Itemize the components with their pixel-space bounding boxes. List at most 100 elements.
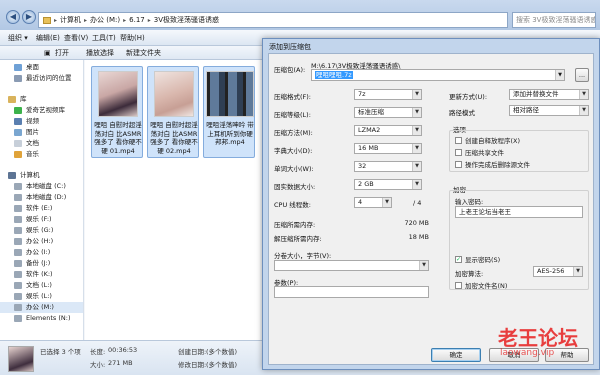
explorer-titlebar: ◀ ▶ ▸ 计算机 ▸ 办公 (M:) ▸ 6.17 ▸ 3V极致淫荡骚语诱惑 … [0,0,600,30]
computer-icon [8,172,16,179]
chevron-down-icon: ▼ [573,267,582,276]
sidebar-item-computer[interactable]: 计算机 [0,170,83,181]
drive-icon [14,293,22,300]
dialog-title: 添加到压缩包 [269,43,311,51]
created-label: 创建日期: [178,348,207,356]
checkbox-box [455,136,462,144]
sidebar-item-drive[interactable]: 文档 (L:) [0,280,83,291]
sidebar-item-drive[interactable]: 娱乐 (L:) [0,291,83,302]
shared-files-checkbox[interactable]: 压缩共享文件 [455,147,504,157]
file-item[interactable]: 哩咀 自慰时超淫荡对白 比ASMR强多了 看你硬不硬 01.mp4 [91,66,143,158]
file-name: 哩咀淫荡呻吟 带上耳机听到你硬邦邦.mp4 [206,121,254,146]
method-label: 压缩方法(M): [274,129,313,137]
back-button[interactable]: ◀ [6,10,20,24]
cancel-button[interactable]: 取消 [489,348,539,362]
sidebar-item-drive-selected[interactable]: 办公 (M:) [0,302,83,313]
chevron-down-icon: ▼ [412,108,421,117]
format-label: 压缩格式(F): [274,93,312,101]
cpu-select[interactable]: 4 ▼ [354,197,392,208]
dict-label: 字典大小(D): [274,147,313,155]
forward-button[interactable]: ▶ [22,10,36,24]
sidebar-item-drive[interactable]: 娱乐 (F:) [0,214,83,225]
breadcrumb-segment[interactable]: 办公 (M:) [90,15,120,25]
ok-button[interactable]: 确定 [431,348,481,362]
search-input[interactable]: 搜索 3V极致淫荡骚语诱惑 [512,12,596,28]
password-label: 输入密码: [455,198,484,206]
drive-icon [14,216,22,223]
play-selection-button[interactable]: 播放选择 [86,47,114,59]
sidebar-item-library[interactable]: 音乐 [0,149,83,160]
dict-select[interactable]: 16 MB ▼ [354,143,422,154]
password-field[interactable]: 上老王论坛当老王 [455,206,583,218]
breadcrumb-segment[interactable]: 3V极致淫荡骚语诱惑 [154,15,219,25]
show-password-checkbox[interactable]: ✓ 显示密码(S) [455,254,500,264]
sidebar-item-recent[interactable]: 最近访问的位置 [0,73,83,84]
chevron-down-icon: ▼ [412,90,421,99]
update-select[interactable]: 添加并替换文件 ▼ [509,89,589,100]
browse-button[interactable]: ... [575,68,589,82]
solid-select[interactable]: 2 GB ▼ [354,179,422,190]
size-label: 大小: [90,361,106,369]
address-bar[interactable]: ▸ 计算机 ▸ 办公 (M:) ▸ 6.17 ▸ 3V极致淫荡骚语诱惑 [38,12,508,28]
desktop-icon [14,64,22,71]
menu-edit[interactable]: 编辑(E) [34,32,62,44]
chevron-down-icon: ▼ [579,90,588,99]
sidebar-item-library[interactable]: 视频 [0,116,83,127]
checkmark-icon: ✓ [455,255,462,263]
archive-name-field[interactable]: 哩咀哩咀.7z ▼ [311,69,565,81]
sidebar-item-desktop[interactable]: 桌面 [0,62,83,73]
sidebar-item-drive[interactable]: 办公 (I:) [0,247,83,258]
chevron-down-icon: ▼ [412,162,421,171]
enc-method-select[interactable]: AES-256 ▼ [533,266,583,277]
navigation-pane: 桌面 最近访问的位置 库 爱奇艺视频库 视频 图片 文档 音乐 计算机 本地磁盘… [0,60,84,340]
sfx-checkbox[interactable]: 创建自释放程序(X) [455,135,520,145]
file-item[interactable]: 哩咀淫荡呻吟 带上耳机听到你硬邦邦.mp4 [203,66,255,158]
sidebar-item-drive[interactable]: 娱乐 (G:) [0,225,83,236]
level-select[interactable]: 标准压缩 ▼ [354,107,422,118]
menu-view[interactable]: 查看(V) [62,32,90,44]
sidebar-item-drive[interactable]: 本地磁盘 (C:) [0,181,83,192]
video-thumbnail [98,71,138,117]
help-button[interactable]: 帮助 [545,348,589,362]
menu-organize[interactable]: 组织 ▾ [6,32,30,44]
picture-icon [14,129,22,136]
music-icon [14,151,22,158]
sidebar-item-drive[interactable]: 软件 (E:) [0,203,83,214]
dialog-body: 压缩包(A): M:\6.17\3V极致淫荡骚语诱惑\ 哩咀哩咀.7z ▼ ...… [268,53,594,365]
enc-method-label: 加密算法: [455,270,484,278]
add-to-archive-dialog: 添加到压缩包 压缩包(A): M:\6.17\3V极致淫荡骚语诱惑\ 哩咀哩咀.… [262,38,600,370]
sidebar-item-library[interactable]: 文档 [0,138,83,149]
sidebar-item-library[interactable]: 图片 [0,127,83,138]
split-select[interactable]: ▼ [274,260,429,271]
method-select[interactable]: LZMA2 ▼ [354,125,422,136]
word-select[interactable]: 32 ▼ [354,161,422,172]
sidebar-item-drive[interactable]: 备份 (J:) [0,258,83,269]
sidebar-item-library[interactable]: 爱奇艺视频库 [0,105,83,116]
chevron-down-icon: ▼ [555,70,564,80]
sidebar-item-drive[interactable]: 办公 (H:) [0,236,83,247]
encrypt-names-checkbox[interactable]: 加密文件名(N) [455,280,507,290]
new-folder-button[interactable]: 新建文件夹 [126,47,161,59]
selection-thumbnail [8,346,34,372]
open-button[interactable]: 打开 [55,47,69,59]
drive-icon [14,282,22,289]
breadcrumb-segment[interactable]: 6.17 [129,16,145,24]
sidebar-item-drive[interactable]: 软件 (K:) [0,269,83,280]
drive-icon [14,249,22,256]
menu-tools[interactable]: 工具(T) [90,32,118,44]
sidebar-item-drive[interactable]: Elements (N:) [0,313,83,324]
modified-label: 修改日期: [178,361,207,369]
file-item[interactable]: 哩咀 自慰时超淫荡对白 比ASMR强多了 看你硬不硬 02.mp4 [147,66,199,158]
path-select[interactable]: 相对路径 ▼ [509,105,589,116]
sidebar-item-libraries[interactable]: 库 [0,94,83,105]
created-value: (多个数值) [206,348,238,356]
params-field[interactable] [274,286,429,298]
sidebar-item-drive[interactable]: 本地磁盘 (D:) [0,192,83,203]
breadcrumb-segment[interactable]: 计算机 [60,15,81,25]
video-thumbnail [154,71,194,117]
delete-after-checkbox[interactable]: 操作完成后删除源文件 [455,159,530,169]
selection-count: 已选择 3 个项 [40,348,81,356]
menu-help[interactable]: 帮助(H) [118,32,147,44]
format-select[interactable]: 7z ▼ [354,89,422,100]
path-label: 路径模式 [449,109,475,117]
